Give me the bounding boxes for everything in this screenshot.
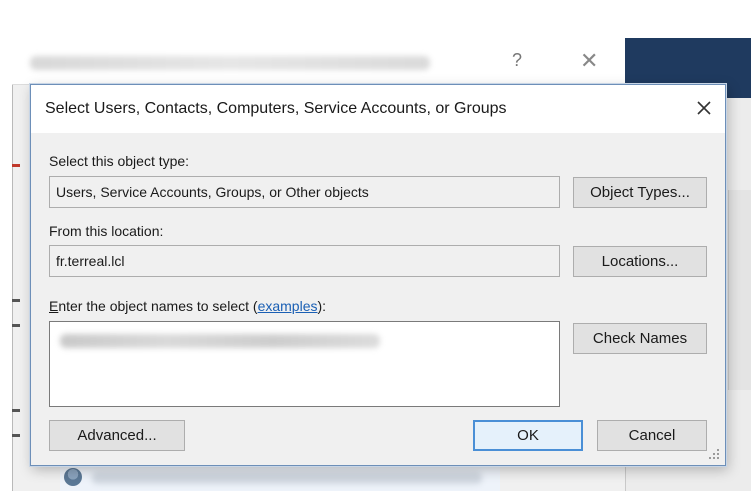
object-names-input[interactable] <box>49 321 560 407</box>
background-mark <box>12 409 20 412</box>
check-names-button[interactable]: Check Names <box>573 323 707 354</box>
background-left-edge <box>12 84 32 484</box>
close-icon[interactable] <box>691 95 717 121</box>
object-names-redacted-value <box>60 334 380 348</box>
background-title-redacted <box>30 56 430 70</box>
location-label: From this location: <box>49 223 164 239</box>
background-mark <box>12 299 20 302</box>
close-icon-glyph <box>697 101 711 115</box>
screenshot-frame: ? ✕ Select Users, Contacts, Computers, S… <box>0 0 751 491</box>
location-field: fr.terreal.lcl <box>49 245 560 277</box>
background-close-icon[interactable]: ✕ <box>580 48 598 74</box>
background-help-icon[interactable]: ? <box>512 50 522 71</box>
cancel-button[interactable]: Cancel <box>597 420 707 451</box>
resize-grip-icon[interactable] <box>707 447 721 461</box>
user-icon <box>64 468 82 486</box>
select-users-dialog: Select Users, Contacts, Computers, Servi… <box>30 84 726 466</box>
background-mark <box>12 164 20 167</box>
object-names-label-suffix: ): <box>317 298 327 314</box>
object-names-label-accelerator: E <box>49 298 59 314</box>
background-right-strip <box>728 190 751 390</box>
object-names-label: Enter the object names to select (exampl… <box>49 298 326 314</box>
object-names-label-text: nter the object names to select ( <box>58 298 258 314</box>
ok-button[interactable]: OK <box>473 420 583 451</box>
dialog-title: Select Users, Contacts, Computers, Servi… <box>45 100 507 117</box>
object-type-field: Users, Service Accounts, Groups, or Othe… <box>49 176 560 208</box>
object-type-label: Select this object type: <box>49 153 190 169</box>
background-mark <box>12 324 20 327</box>
advanced-button[interactable]: Advanced... <box>49 420 185 451</box>
background-mark <box>12 434 20 437</box>
dialog-title-bar[interactable]: Select Users, Contacts, Computers, Servi… <box>31 85 725 133</box>
examples-link[interactable]: examples <box>258 298 318 314</box>
locations-button[interactable]: Locations... <box>573 246 707 277</box>
background-list-row-redacted <box>92 472 482 484</box>
object-types-button[interactable]: Object Types... <box>573 177 707 208</box>
